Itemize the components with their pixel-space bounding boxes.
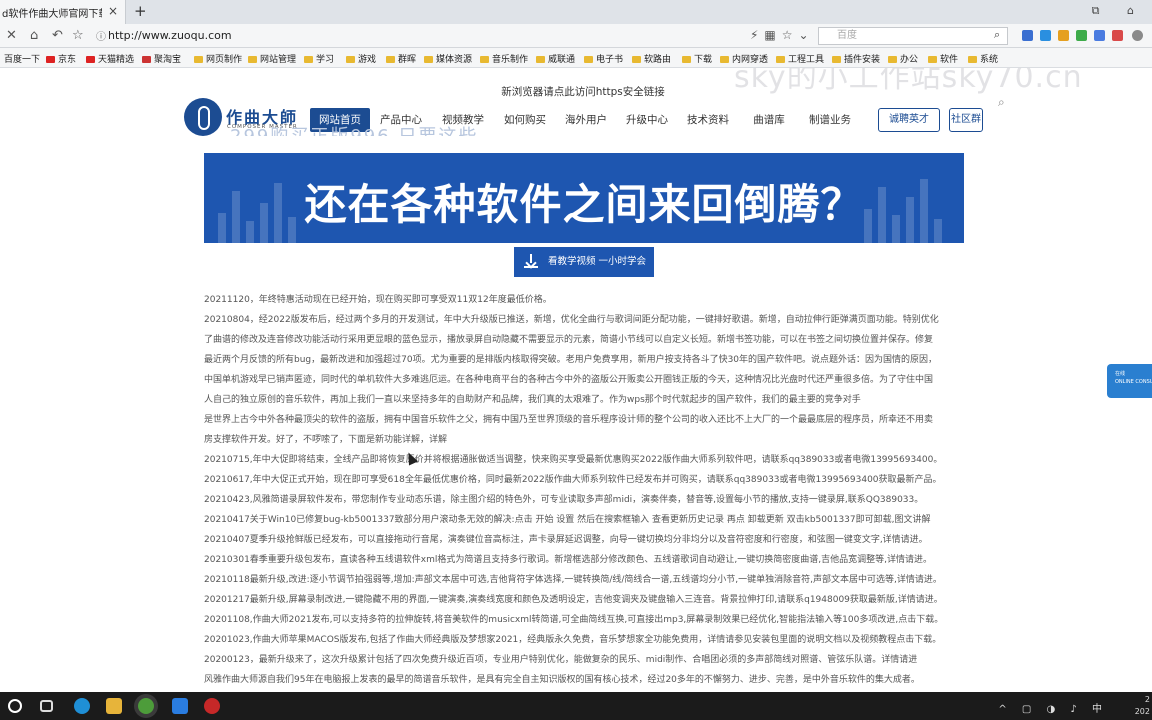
news-line-link[interactable]: 20210118最新升级,改进:逐小节调节拍强弱等,增加:声部文本居中可选,吉他… — [204, 570, 964, 590]
nav-engraving-service[interactable]: 制谱业务 — [803, 108, 857, 132]
news-line: 20210617,年中大促正式开始，现在即可享受618全年最低优惠价格，同时最新… — [204, 475, 942, 485]
bookmark-folder[interactable]: 工程工具 — [776, 52, 824, 65]
address-bar[interactable]: http://www.zuoqu.com — [92, 27, 748, 45]
task-view-icon[interactable] — [40, 700, 53, 712]
news-line-link[interactable]: 20200123，最新升级来了，这次升级累计包括了四次免费升级近百项，专业用户特… — [204, 650, 964, 670]
browser-app-icon[interactable] — [138, 698, 154, 714]
nav-technical-docs[interactable]: 技术资料 — [681, 108, 735, 132]
news-line-link[interactable]: 20210301春季重要升级包发布，直读各种五线谱软件xml格式为简谱且支持多行… — [204, 550, 964, 570]
online-consult-widget[interactable]: 在线 ONLINE CONSULT — [1107, 364, 1152, 398]
bookmark-folder[interactable]: 办公 — [888, 52, 918, 65]
bookmark-folder[interactable]: 插件安装 — [832, 52, 880, 65]
extension-icon[interactable] — [1112, 30, 1123, 41]
recorder-app-icon[interactable] — [204, 698, 220, 714]
recruit-button[interactable]: 诚聘英才 — [878, 108, 940, 132]
stop-loading-icon[interactable]: ✕ — [6, 28, 17, 43]
edge-browser-icon[interactable] — [74, 698, 90, 714]
browser-tab-strip: d软件作曲大师官网下载-轻松 × + ⧉ ⌂ — [0, 0, 1152, 24]
bookmarks-bar: 百度一下 京东 天猫精选 聚淘宝 网页制作 网站管理 学习 游戏 群晖 媒体资源… — [0, 48, 1152, 68]
address-tools-icons[interactable]: ⚡▦☆⌄ — [750, 28, 815, 42]
extension-icon[interactable] — [1058, 30, 1069, 41]
bookmark-folder[interactable]: 游戏 — [346, 52, 376, 65]
extension-icon[interactable] — [1040, 30, 1051, 41]
https-notice-link[interactable]: 新浏览器请点此访问https安全链接 — [0, 84, 1152, 99]
favorite-star-icon[interactable]: ☆ — [72, 28, 84, 43]
new-tab-icon[interactable]: + — [134, 2, 147, 20]
news-line: 风雅作曲大师源自我们95年在电脑报上发表的最早的简谱音乐软件，是具有完全自主知识… — [204, 675, 920, 685]
search-icon[interactable] — [8, 699, 22, 713]
composer-app-icon[interactable] — [172, 698, 188, 714]
news-line-link[interactable]: 20201023,作曲大师苹果MACOS版发布,包括了作曲大师经典版及梦想家20… — [204, 630, 964, 650]
menu-icon[interactable] — [1132, 30, 1143, 41]
window-controls[interactable]: ⧉ ⌂ — [1092, 4, 1146, 18]
extension-icon[interactable] — [1076, 30, 1087, 41]
site-search-icon[interactable]: ⌕ — [998, 95, 1005, 110]
browser-tab[interactable]: d软件作曲大师官网下载-轻松 × — [0, 0, 126, 24]
bookmark-folder[interactable]: 音乐制作 — [480, 52, 528, 65]
browser-toolbar: ✕ ⌂ ↶ ☆ ⓘ http://www.zuoqu.com ⚡▦☆⌄ 百度 ⌕ — [0, 24, 1152, 48]
bookmark-folder[interactable]: 软件 — [928, 52, 958, 65]
bookmark-item[interactable]: 聚淘宝 — [142, 52, 181, 65]
bookmark-folder[interactable]: 内网穿透 — [720, 52, 768, 65]
web-page: sky的小工作站sky70.cn 新浏览器请点此访问https安全链接 作曲大師… — [0, 68, 1152, 692]
windows-taskbar: ^ ▢ ◑ ♪ 中 2 202 — [0, 692, 1152, 720]
bookmark-folder[interactable]: 软路由 — [632, 52, 671, 65]
nav-upgrade-center[interactable]: 升级中心 — [620, 108, 674, 132]
browser-search-input[interactable]: 百度 — [818, 27, 1008, 45]
news-line-link[interactable]: 20201108,作曲大师2021发布,可以支持多符的拉伸旋转,将音美软件的mu… — [204, 610, 964, 630]
bookmark-folder[interactable]: 系统 — [968, 52, 998, 65]
tab-close-icon[interactable]: × — [108, 4, 118, 18]
community-button[interactable]: 社区群 — [949, 108, 983, 132]
extension-icon[interactable] — [1094, 30, 1105, 41]
nav-score-library[interactable]: 曲谱库 — [742, 108, 796, 132]
bookmark-folder[interactable]: 网站管理 — [248, 52, 296, 65]
bookmark-folder[interactable]: 下载 — [682, 52, 712, 65]
undo-icon[interactable]: ↶ — [52, 28, 63, 43]
logo-icon[interactable] — [184, 98, 222, 136]
news-line: 人自己的独立原创的音乐软件，再加上我们一直以来坚持多年的自助财产和品牌，我们真的… — [204, 395, 861, 405]
news-line: 最近两个月反馈的所有bug，最新改进和加强超过70项。尤为重要的是排版内核取得突… — [204, 355, 938, 365]
system-tray-icons[interactable]: ^ ▢ ◑ ♪ 中 — [998, 700, 1108, 715]
bookmark-folder[interactable]: 网页制作 — [194, 52, 242, 65]
extension-icon[interactable] — [1022, 30, 1033, 41]
news-line-link[interactable]: 20201217最新升级,屏幕录制改进,一键隐藏不用的界面,一键演奏,演奏线宽度… — [204, 590, 964, 610]
promo-banner[interactable]: 还在各种软件之间来回倒腾？ — [204, 153, 964, 243]
bookmark-item[interactable]: 天猫精选 — [86, 52, 134, 65]
news-line: 20210423,风雅简谱录屏软件发布，带您制作专业动态乐谱，除主图介绍的特色外… — [204, 495, 924, 505]
news-line: 是世界上古今中外各种最顶尖的软件的盗版，拥有中国音乐软件之父，拥有中国乃至世界顶… — [204, 415, 934, 425]
search-icon[interactable]: ⌕ — [994, 28, 1000, 42]
news-line-link[interactable]: 房支撑软件开发。好了，不啰嗦了，下面是新功能详解，详解 — [204, 430, 964, 450]
news-line: 了曲谱的修改及连音修改功能活动行采用更显眼的蓝色显示，播放录屏自动隐藏不需要显示… — [204, 335, 934, 345]
watch-tutorial-label: 看教学视频 一小时学会 — [548, 256, 647, 267]
nav-overseas-users[interactable]: 海外用户 — [559, 108, 613, 132]
bookmark-folder[interactable]: 电子书 — [584, 52, 623, 65]
news-line: 中国单机游戏早已销声匿迹，同时代的单机软件大多难逃厄运。在各种电商平台的各种古今… — [204, 375, 934, 385]
watch-tutorial-button[interactable]: 看教学视频 一小时学会 — [514, 247, 654, 277]
home-icon[interactable]: ⌂ — [30, 28, 38, 43]
bookmark-item[interactable]: 百度一下 — [4, 52, 40, 65]
partial-heading: 299购买正版996,只要这些 — [230, 122, 478, 136]
bookmark-item[interactable]: 京东 — [46, 52, 76, 65]
news-line-link[interactable]: 20210417关于Win10已修复bug-kb5001337致部分用户滚动条无… — [204, 510, 964, 530]
file-explorer-icon[interactable] — [106, 698, 122, 714]
nav-how-to-buy[interactable]: 如何购买 — [498, 108, 552, 132]
bookmark-folder[interactable]: 学习 — [304, 52, 334, 65]
system-clock[interactable]: 2 202 — [1135, 694, 1150, 718]
news-line-link[interactable]: 20210407夏季升级抢鲜版已经发布，可以直接拖动行音尾，演奏键位音高标注，声… — [204, 530, 964, 550]
tab-title: d软件作曲大师官网下载-轻松 — [2, 9, 102, 20]
online-sub-label: ONLINE CONSULT — [1115, 379, 1152, 385]
news-line: 20210804，经2022版发布后，经过两个多月的开发测试，年中大升级版已推送… — [204, 315, 939, 325]
online-label: 在线 — [1115, 371, 1126, 377]
download-icon — [524, 254, 538, 268]
banner-headline: 还在各种软件之间来回倒腾？ — [304, 180, 864, 229]
bookmark-folder[interactable]: 群晖 — [386, 52, 416, 65]
bookmark-folder[interactable]: 媒体资源 — [424, 52, 472, 65]
bookmark-folder[interactable]: 威联通 — [536, 52, 575, 65]
news-line: 20210715,年中大促即将结束，全线产品即将恢复原价并将根据通胀做适当调整，… — [204, 455, 943, 465]
news-line: 20211120，年终特惠活动现在已经开始，现在购买即可享受双11双12年度最低… — [204, 295, 552, 305]
